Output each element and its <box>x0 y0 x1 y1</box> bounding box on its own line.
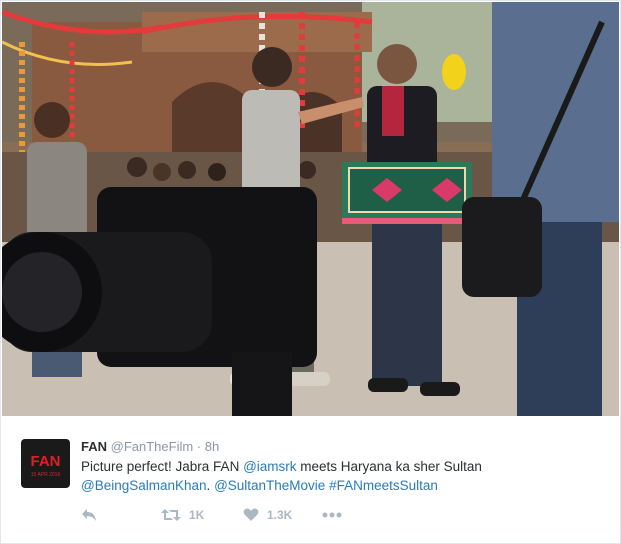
tweet-card: FAN 15 APR 2016 FAN @FanTheFilm · 8h Pic… <box>0 0 621 544</box>
retweet-count: 1K <box>189 508 205 522</box>
hashtag-link-fanmeetssultan[interactable]: #FANmeetsSultan <box>329 478 438 493</box>
avatar[interactable]: FAN 15 APR 2016 <box>21 439 70 488</box>
text-segment: Picture perfect! Jabra FAN <box>81 459 244 474</box>
tweet-header: FAN @FanTheFilm · 8h <box>81 439 219 454</box>
user-handle[interactable]: @FanTheFilm <box>111 439 194 454</box>
photo-scene <box>2 2 619 416</box>
text-segment: meets Haryana ka sher Sultan <box>296 459 482 474</box>
text-segment: . <box>206 478 215 493</box>
mention-link-iamsrk[interactable]: @iamsrk <box>243 459 296 474</box>
retweet-button[interactable]: 1K <box>161 505 204 525</box>
tweet-body: FAN 15 APR 2016 FAN @FanTheFilm · 8h Pic… <box>1 417 620 543</box>
avatar-date: 15 APR 2016 <box>30 472 61 478</box>
like-count: 1.3K <box>267 508 293 522</box>
reply-button[interactable] <box>81 505 97 525</box>
display-name[interactable]: FAN <box>81 439 107 454</box>
tweet-photo[interactable] <box>2 2 619 416</box>
header-separator: · <box>196 439 202 454</box>
heart-icon <box>243 508 259 522</box>
like-button[interactable]: 1.3K <box>243 505 292 525</box>
reply-icon <box>81 508 97 522</box>
tweet-timestamp[interactable]: 8h <box>205 439 219 454</box>
mention-link-sultanthemovie[interactable]: @SultanTheMovie <box>214 478 325 493</box>
more-button[interactable] <box>322 505 342 525</box>
avatar-wordmark: FAN <box>30 453 61 470</box>
more-dots-icon <box>322 512 342 518</box>
tweet-actions: 1K 1.3K <box>81 505 381 525</box>
retweet-icon <box>161 508 181 522</box>
mention-link-beingsalmankhan[interactable]: @BeingSalmanKhan <box>81 478 207 493</box>
tweet-text: Picture perfect! Jabra FAN @iamsrk meets… <box>81 457 601 495</box>
